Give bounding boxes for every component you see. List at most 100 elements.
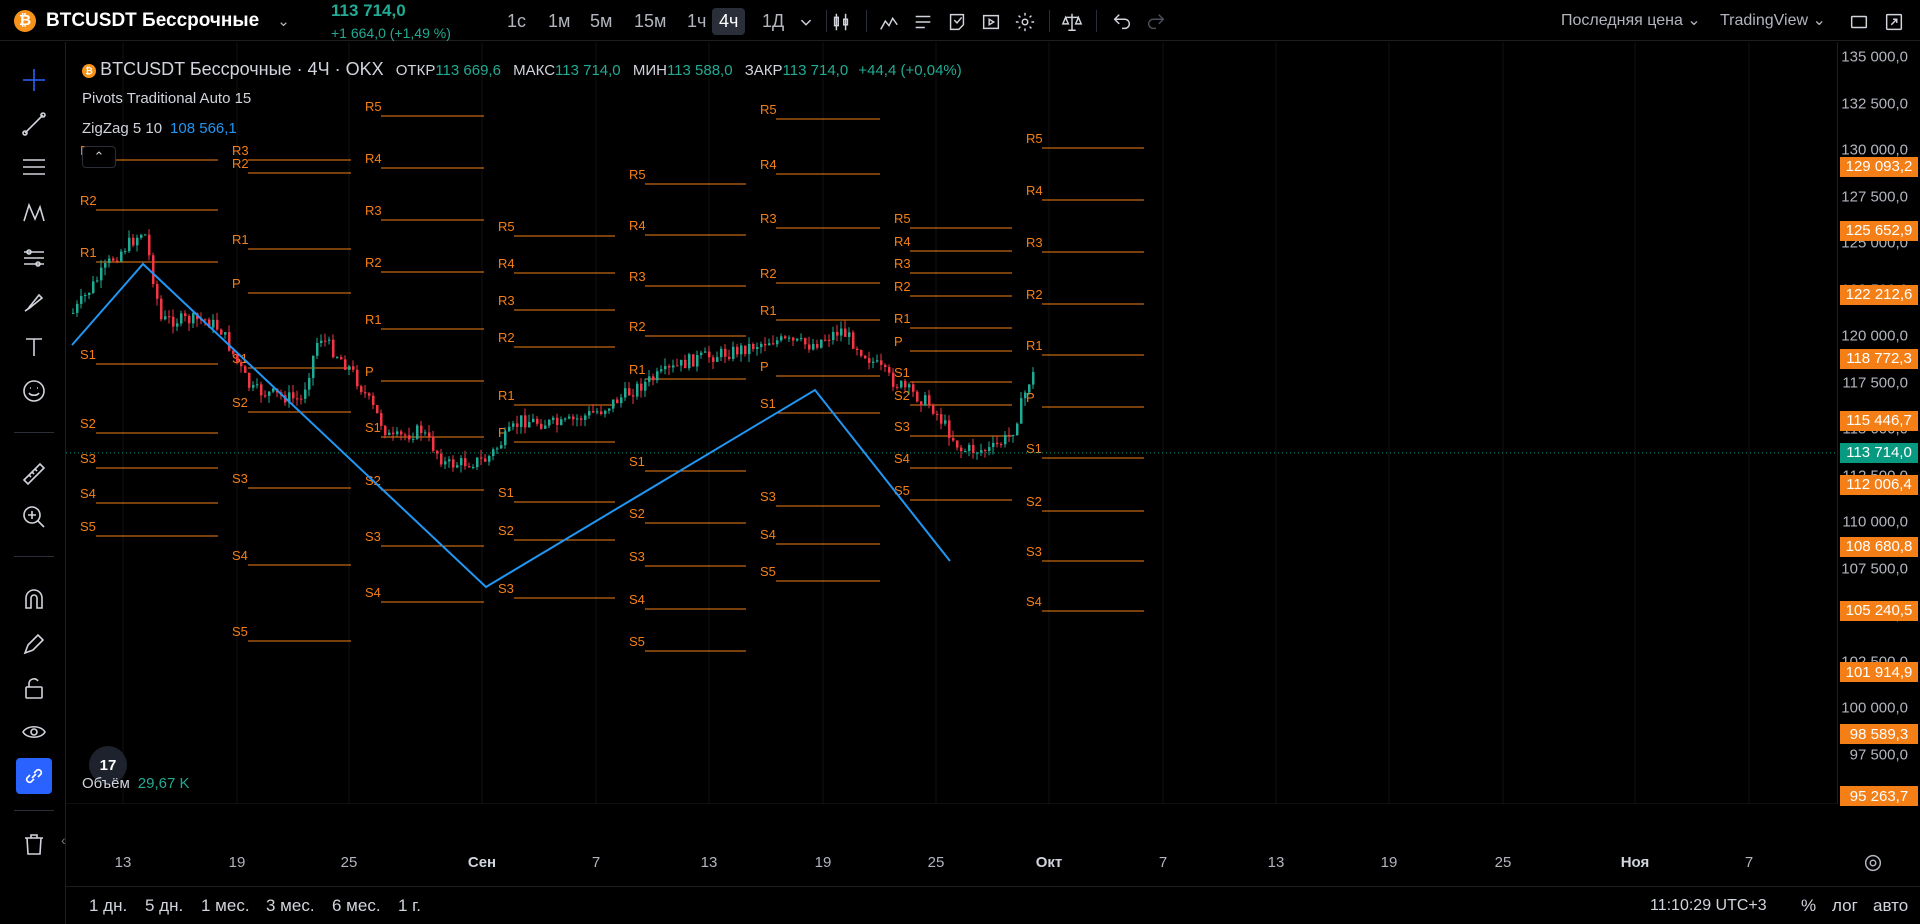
- range-1d[interactable]: 1 дн.: [89, 896, 127, 916]
- indicator-templates-icon[interactable]: [909, 8, 937, 35]
- timeframe-more-chevron-icon[interactable]: [792, 8, 820, 35]
- magnet-icon[interactable]: [16, 582, 52, 618]
- expand-icon[interactable]: [1880, 8, 1908, 35]
- pivot-level-label: R3: [498, 293, 515, 308]
- candle-body: [552, 417, 555, 420]
- price-tick: 120 000,0: [1841, 327, 1908, 345]
- log-scale-toggle[interactable]: лог: [1832, 896, 1858, 916]
- candle-body: [256, 384, 259, 386]
- candle-body: [592, 411, 595, 413]
- time-tick: Сен: [467, 854, 497, 871]
- candle-body: [164, 316, 167, 320]
- candle-body: [828, 339, 831, 341]
- alert-icon[interactable]: [943, 8, 971, 35]
- pivot-price-label: 112 006,4: [1840, 474, 1918, 495]
- symbol-selector[interactable]: ₿ BTCUSDT Бессрочные ⌄: [14, 7, 290, 34]
- timeframe-5m[interactable]: 5м: [583, 8, 619, 35]
- pivot-level-label: R2: [365, 255, 382, 270]
- legend-change: +44,4 (+0,04%): [858, 62, 962, 79]
- trading-scales-icon[interactable]: [1058, 8, 1086, 35]
- settings-gear-icon[interactable]: [1011, 8, 1039, 35]
- range-1y[interactable]: 1 г.: [398, 896, 421, 916]
- candle-body: [892, 372, 895, 387]
- candle-body: [188, 316, 191, 324]
- chart-pane[interactable]: R3 R2 R1 S1 S2 S3 S4 S5 R3 R2 R1 P S1 S2 S3 S4 S5 R5 R4 R3 R…: [66, 42, 1837, 804]
- drawing-toolbar: [0, 42, 66, 924]
- text-tool-icon[interactable]: [16, 329, 52, 365]
- candles-type-icon[interactable]: [827, 8, 855, 35]
- timeframe-1d[interactable]: 1Д: [755, 8, 791, 35]
- trash-icon[interactable]: [16, 826, 52, 862]
- time-tick: 13: [114, 854, 132, 871]
- time-axis[interactable]: 13 19 25 Сен 7 13 19 25 Окт 7 13 19 25 Ноя 7: [66, 848, 1837, 878]
- timeframe-1m[interactable]: 1м: [541, 8, 577, 35]
- price-type-selector[interactable]: Последняя цена ⌄: [1561, 10, 1701, 30]
- candle-body: [576, 418, 579, 420]
- zigzag-indicator-legend[interactable]: ZigZag 5 10 108 566,1: [82, 120, 237, 137]
- source-selector[interactable]: TradingView ⌄: [1720, 10, 1826, 30]
- candle-body: [884, 364, 887, 368]
- price-chart-canvas[interactable]: R3 R2 R1 S1 S2 S3 S4 S5 R3 R2 R1 P S1 S2 S3 S4 S5 R5 R4 R3 R…: [66, 42, 1837, 804]
- pivot-level-label: R3: [894, 256, 911, 271]
- candle-body: [88, 292, 91, 296]
- legend-collapse-button[interactable]: ⌃: [82, 146, 116, 168]
- replay-icon[interactable]: [977, 8, 1005, 35]
- candle-body: [540, 423, 543, 429]
- trend-line-icon[interactable]: [16, 106, 52, 142]
- candle-body: [612, 399, 615, 409]
- pivot-price-label: 101 914,9: [1840, 662, 1918, 683]
- ruler-icon[interactable]: [16, 456, 52, 492]
- candle-body: [436, 450, 439, 454]
- prediction-icon[interactable]: [16, 240, 52, 276]
- zoom-in-icon[interactable]: [16, 499, 52, 535]
- candle-body: [728, 356, 731, 359]
- pivots-indicator-legend[interactable]: Pivots Traditional Auto 15: [82, 90, 251, 107]
- pattern-icon[interactable]: [16, 195, 52, 231]
- brush-icon[interactable]: [16, 284, 52, 320]
- panel-collapse-arrow-icon[interactable]: ‹: [61, 832, 66, 848]
- pivot-level-label: R2: [80, 193, 97, 208]
- candle-body: [360, 386, 363, 393]
- fib-levels-icon[interactable]: [16, 149, 52, 185]
- chart-settings-gear-icon[interactable]: [1862, 852, 1886, 876]
- clock-timezone[interactable]: 11:10:29 UTC+3: [1650, 897, 1767, 915]
- indicators-icon[interactable]: [875, 8, 903, 35]
- redo-icon[interactable]: [1142, 8, 1170, 35]
- percent-scale-toggle[interactable]: %: [1801, 896, 1816, 916]
- candle-body: [404, 434, 407, 436]
- auto-scale-toggle[interactable]: авто: [1873, 896, 1908, 916]
- range-6m[interactable]: 6 мес.: [332, 896, 381, 916]
- candle-body: [176, 323, 179, 327]
- price-scale[interactable]: 135 000,0 132 500,0 130 000,0 127 500,0 125 …: [1837, 42, 1920, 807]
- lock-icon[interactable]: [16, 670, 52, 706]
- candle-body: [424, 432, 427, 434]
- candle-body: [248, 372, 251, 388]
- crosshair-icon[interactable]: [16, 62, 52, 98]
- timeframe-1h[interactable]: 1ч: [680, 8, 713, 35]
- pivot-level-label: R1: [232, 232, 249, 247]
- bottom-toolbar: 1 дн. 5 дн. 1 мес. 3 мес. 6 мес. 1 г. 11…: [66, 886, 1920, 924]
- range-1m[interactable]: 1 мес.: [201, 896, 250, 916]
- stay-drawing-icon[interactable]: [16, 626, 52, 662]
- range-5d[interactable]: 5 дн.: [145, 896, 183, 916]
- timeframe-15m[interactable]: 15м: [627, 8, 673, 35]
- undo-icon[interactable]: [1108, 8, 1136, 35]
- candle-body: [672, 365, 675, 368]
- candle-body: [776, 340, 779, 345]
- candle-body: [696, 354, 699, 367]
- legend-low: 113 588,0: [666, 62, 733, 79]
- candle-body: [80, 295, 83, 304]
- bitcoin-logo-icon: ₿: [82, 64, 96, 79]
- link-icon[interactable]: [16, 758, 52, 794]
- candle-body: [896, 386, 899, 388]
- eye-icon[interactable]: [16, 714, 52, 750]
- fullscreen-window-icon[interactable]: [1845, 8, 1873, 35]
- candle-body: [544, 425, 547, 429]
- candle-body: [120, 251, 123, 262]
- candle-body: [732, 346, 735, 359]
- timeframe-4h[interactable]: 4ч: [712, 8, 746, 35]
- timeframe-1s[interactable]: 1с: [500, 8, 533, 35]
- emoji-icon[interactable]: [16, 373, 52, 409]
- candle-body: [400, 431, 403, 435]
- range-3m[interactable]: 3 мес.: [266, 896, 315, 916]
